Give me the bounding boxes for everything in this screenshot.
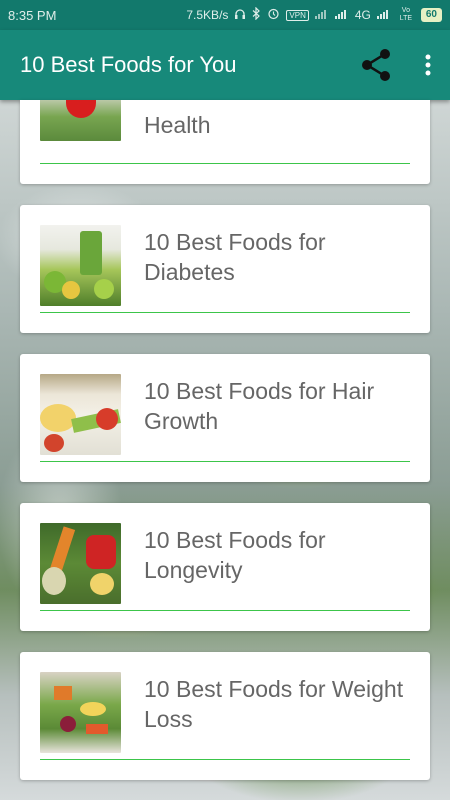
card-title: 10 Best Foods for Diabetes [144,229,326,285]
divider [40,312,410,313]
battery-icon: 60 [420,8,442,22]
list-item[interactable]: 10 Best Foods for Diabetes [20,205,430,333]
overflow-menu-button[interactable] [416,45,440,85]
vpn-badge: VPN [286,9,309,21]
list-item[interactable]: 10 Best Foods for Weight Loss [20,652,430,780]
bluetooth-icon [252,6,261,23]
page-title: 10 Best Foods for You [20,52,237,77]
food-thumbnail [40,374,121,455]
status-icons: 7.5KB/s VPN 4G Vo LTE 60 [186,6,442,23]
divider [40,461,410,462]
food-thumbnail [40,672,121,753]
food-thumbnail [40,523,121,604]
share-button[interactable] [356,45,396,85]
divider [40,163,410,164]
divider [40,759,410,760]
signal-icon [314,8,329,22]
app-bar: 10 Best Foods for You [0,30,450,100]
list-item[interactable]: Health [20,100,430,184]
alarm-icon [267,7,280,23]
list-item[interactable]: 10 Best Foods for Longevity [20,503,430,631]
list-item[interactable]: 10 Best Foods for Hair Growth [20,354,430,482]
more-vert-icon [425,54,431,76]
share-icon [362,49,390,81]
card-title: Health [144,112,211,138]
food-thumbnail [40,225,121,306]
status-time: 8:35 PM [8,7,57,23]
food-thumbnail [40,100,121,141]
card-title: 10 Best Foods for Hair Growth [144,378,375,434]
signal-icon-2 [334,8,349,22]
card-title: 10 Best Foods for Longevity [144,527,326,583]
card-title: 10 Best Foods for Weight Loss [144,676,404,732]
volte-label: Vo LTE [399,7,413,22]
network-type: 4G [354,8,371,22]
divider [40,610,410,611]
network-speed: 7.5KB/s [186,8,229,22]
headphones-icon [234,8,246,23]
signal-icon-3 [376,8,391,22]
status-bar: 8:35 PM 7.5KB/s VPN 4G Vo LTE 60 [0,0,450,30]
